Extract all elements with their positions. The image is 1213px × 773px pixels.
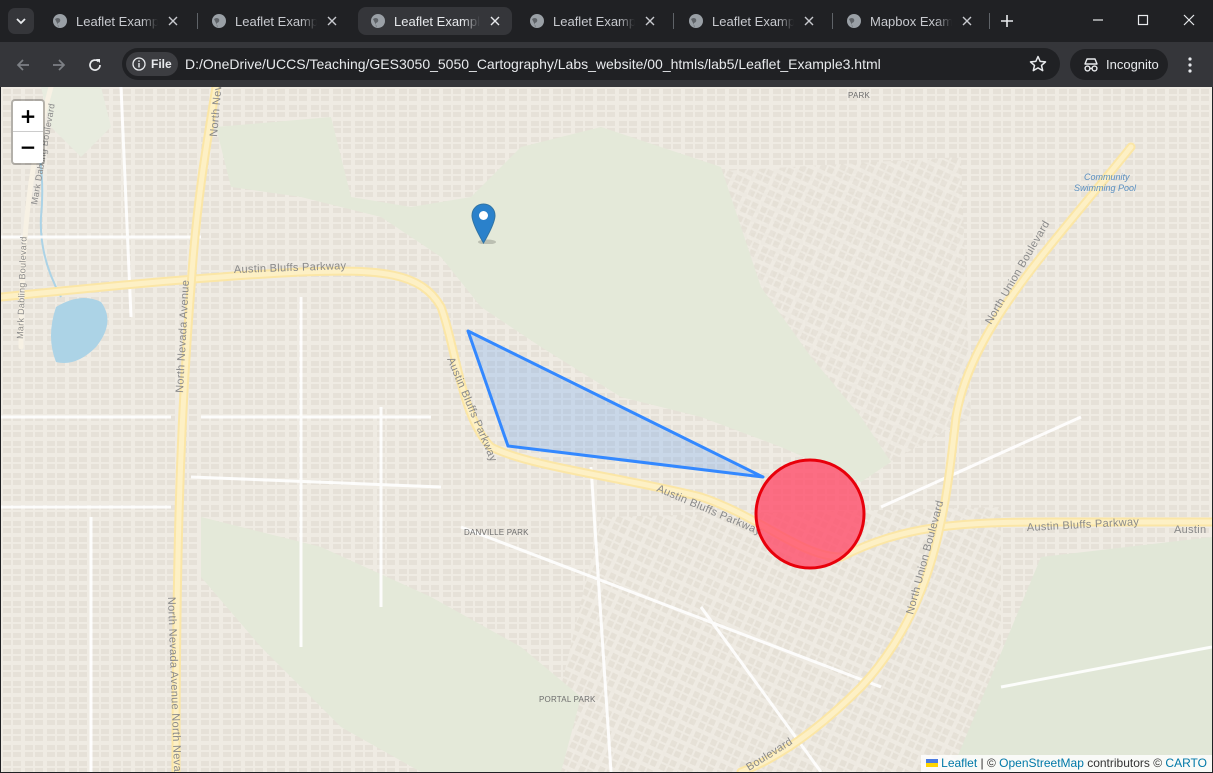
maximize-icon bbox=[1137, 14, 1149, 26]
close-icon bbox=[1183, 14, 1195, 26]
zoom-in-button[interactable]: + bbox=[13, 101, 43, 132]
close-icon[interactable] bbox=[164, 12, 182, 30]
forward-button[interactable] bbox=[45, 51, 73, 79]
map-marker-icon[interactable] bbox=[471, 203, 496, 244]
maximize-button[interactable] bbox=[1120, 0, 1166, 40]
incognito-indicator[interactable]: Incognito bbox=[1070, 49, 1168, 80]
globe-icon bbox=[530, 14, 544, 28]
site-info-chip[interactable]: File bbox=[126, 52, 178, 76]
leaflet-map[interactable]: Austin Bluffs Parkway Austin Bluffs Park… bbox=[1, 87, 1212, 772]
ukraine-flag-icon bbox=[926, 759, 939, 767]
address-bar[interactable]: File D:/OneDrive/UCCS/Teaching/GES3050_5… bbox=[122, 48, 1060, 80]
tab-search-button[interactable] bbox=[8, 8, 34, 34]
leaflet-link[interactable]: Leaflet bbox=[941, 756, 977, 770]
globe-icon bbox=[371, 14, 385, 28]
new-tab-button[interactable] bbox=[996, 10, 1018, 32]
reload-button[interactable] bbox=[81, 51, 109, 79]
minimize-button[interactable] bbox=[1075, 0, 1121, 40]
close-window-button[interactable] bbox=[1166, 0, 1212, 40]
park-label: PARK bbox=[848, 91, 870, 100]
minimize-icon bbox=[1093, 19, 1103, 21]
globe-icon bbox=[689, 14, 703, 28]
tab-1[interactable]: Leaflet Example bbox=[40, 7, 190, 35]
osm-link[interactable]: OpenStreetMap bbox=[999, 756, 1084, 770]
poi-label: Swimming Pool bbox=[1074, 183, 1137, 193]
tab-divider bbox=[197, 13, 198, 29]
tab-title: Leaflet Example bbox=[235, 13, 317, 29]
globe-icon bbox=[53, 14, 67, 28]
arrow-right-icon bbox=[53, 59, 66, 71]
url-text[interactable]: D:/OneDrive/UCCS/Teaching/GES3050_5050_C… bbox=[185, 56, 881, 72]
tab-divider bbox=[832, 13, 833, 29]
incognito-label: Incognito bbox=[1106, 57, 1159, 72]
map-attribution: Leaflet | © OpenStreetMap contributors ©… bbox=[921, 755, 1212, 772]
tab-title: Leaflet Example bbox=[712, 13, 794, 29]
park-label: DANVILLE PARK bbox=[464, 528, 529, 537]
close-icon[interactable] bbox=[958, 12, 976, 30]
road-label: Austin bbox=[1174, 524, 1206, 536]
browser-menu-button[interactable] bbox=[1178, 51, 1202, 79]
tab-title: Leaflet Example bbox=[553, 13, 635, 29]
zoom-control: + − bbox=[11, 99, 45, 165]
incognito-icon bbox=[1084, 57, 1098, 72]
tab-title: Mapbox Example bbox=[870, 13, 952, 29]
tab-divider bbox=[673, 13, 674, 29]
tab-2[interactable]: Leaflet Example bbox=[199, 7, 349, 35]
close-icon[interactable] bbox=[641, 12, 659, 30]
tab-divider bbox=[989, 13, 990, 29]
tab-strip: Leaflet Example Leaflet Example Leaflet … bbox=[0, 0, 1213, 42]
park-label: PORTAL PARK bbox=[539, 695, 596, 704]
tab-title: Leaflet Example 3 bbox=[394, 13, 480, 29]
star-icon[interactable] bbox=[1028, 54, 1048, 74]
plus-icon bbox=[1001, 15, 1013, 27]
tab-3[interactable]: Leaflet Example 3 bbox=[358, 7, 512, 35]
tab-title: Leaflet Example bbox=[76, 13, 158, 29]
chevron-down-icon bbox=[16, 18, 26, 25]
circle-overlay[interactable] bbox=[754, 458, 866, 570]
close-icon[interactable] bbox=[800, 12, 818, 30]
more-vertical-icon bbox=[1188, 57, 1192, 73]
globe-icon bbox=[212, 14, 226, 28]
close-icon[interactable] bbox=[323, 12, 341, 30]
tab-5[interactable]: Leaflet Example bbox=[676, 7, 826, 35]
browser-toolbar: File D:/OneDrive/UCCS/Teaching/GES3050_5… bbox=[0, 42, 1213, 87]
map-tiles[interactable]: Austin Bluffs Parkway Austin Bluffs Park… bbox=[1, 87, 1212, 772]
tab-6[interactable]: Mapbox Example bbox=[834, 7, 984, 35]
back-button[interactable] bbox=[9, 51, 37, 79]
tab-4[interactable]: Leaflet Example bbox=[517, 7, 667, 35]
close-icon[interactable] bbox=[486, 12, 504, 30]
zoom-out-button[interactable]: − bbox=[13, 132, 43, 162]
arrow-left-icon bbox=[16, 59, 29, 71]
carto-link[interactable]: CARTO bbox=[1165, 756, 1207, 770]
info-icon bbox=[132, 57, 146, 71]
reload-icon bbox=[89, 59, 101, 71]
attribution-separator: | © bbox=[977, 756, 1000, 770]
attribution-contributors: contributors © bbox=[1083, 756, 1166, 770]
globe-icon bbox=[847, 14, 861, 28]
site-info-label: File bbox=[151, 57, 172, 71]
poi-label: Community bbox=[1084, 172, 1130, 182]
